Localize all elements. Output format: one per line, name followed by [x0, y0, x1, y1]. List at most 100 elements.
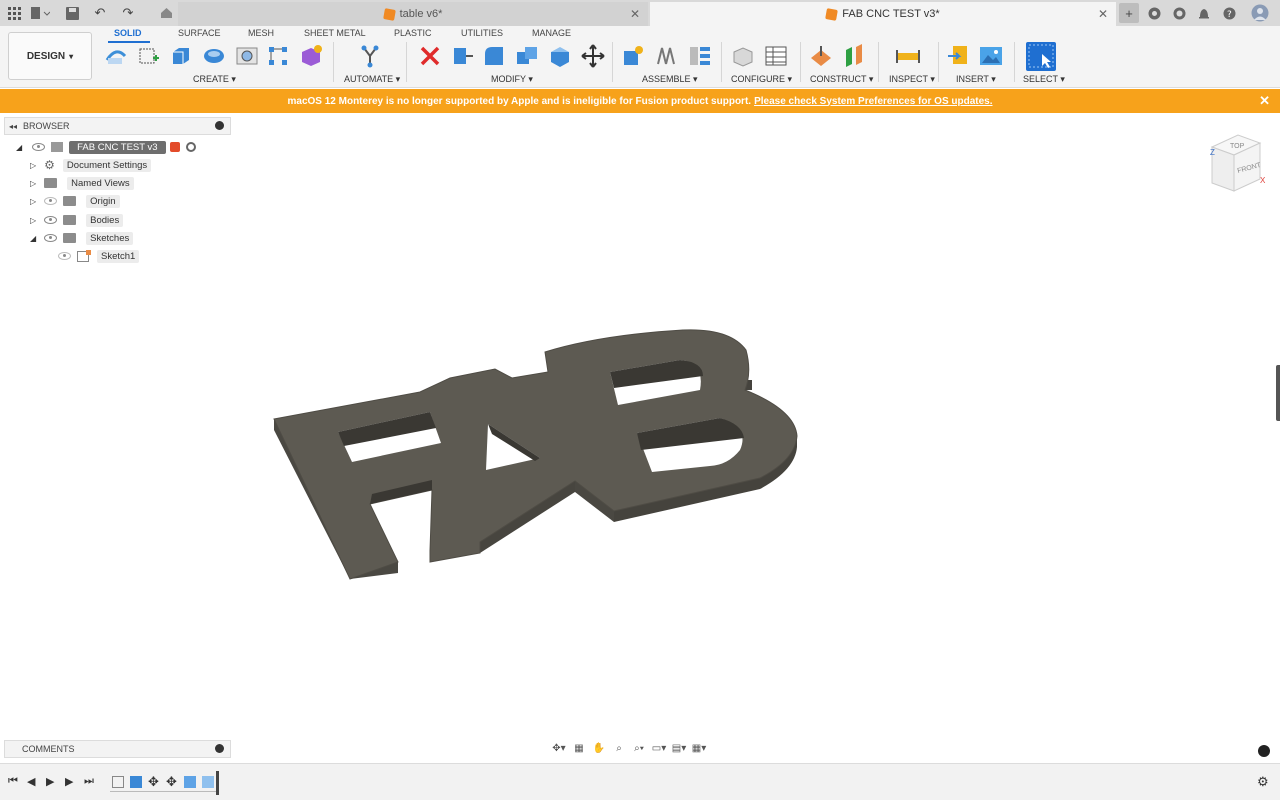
midplane-icon[interactable] — [842, 44, 866, 68]
design-cube-icon — [382, 7, 396, 21]
step-back-icon[interactable]: ◀ — [27, 775, 35, 788]
automate-icon[interactable] — [358, 44, 382, 68]
offset-plane-icon[interactable] — [809, 44, 833, 68]
axis-z-label: Z — [1210, 148, 1215, 157]
close-icon[interactable]: ✕ — [630, 7, 640, 21]
separator — [721, 42, 722, 82]
hole-icon[interactable] — [235, 44, 259, 68]
fit-zoom-icon[interactable]: ⌕▾ — [630, 741, 648, 755]
measure-icon[interactable] — [896, 44, 920, 68]
tab-plastic[interactable]: PLASTIC — [394, 28, 432, 38]
tab-surface[interactable]: SURFACE — [178, 28, 221, 38]
job-status-icon[interactable] — [1169, 3, 1189, 23]
fab-cnc-model[interactable] — [273, 329, 798, 580]
workspace-label: DESIGN — [26, 50, 66, 62]
select-menu[interactable]: SELECT ▾ — [1023, 74, 1065, 85]
shell-icon[interactable] — [548, 44, 572, 68]
file-menu-icon[interactable] — [30, 3, 50, 23]
save-icon[interactable] — [62, 3, 82, 23]
move-copy-icon[interactable] — [581, 44, 605, 68]
user-avatar[interactable] — [1250, 3, 1270, 23]
tab-fab-cnc-test[interactable]: FAB CNC TEST v3* ✕ — [650, 2, 1116, 26]
help-icon[interactable]: ? — [1219, 3, 1239, 23]
toolbar-ribbon: DESIGN ▾ SOLID SURFACE MESH SHEET METAL … — [0, 26, 1280, 88]
create-menu[interactable]: CREATE ▾ — [193, 74, 236, 85]
close-icon[interactable]: ✕ — [1259, 93, 1270, 109]
delete-icon[interactable] — [418, 44, 442, 68]
insert-image-icon[interactable] — [979, 44, 1003, 68]
rectangular-pattern-icon[interactable] — [266, 44, 290, 68]
viewcube-top-label[interactable]: TOP — [1230, 143, 1245, 150]
tab-table-v6[interactable]: table v6* ✕ — [178, 2, 648, 26]
viewcube[interactable]: TOP FRONT Z X — [1204, 133, 1266, 195]
app-grid-icon[interactable] — [4, 3, 24, 23]
combine-icon[interactable] — [515, 44, 539, 68]
tab-sheet-metal[interactable]: SHEET METAL — [304, 28, 366, 38]
automate-menu[interactable]: AUTOMATE ▾ — [344, 74, 400, 85]
new-component-icon[interactable] — [621, 44, 645, 68]
tab-mesh[interactable]: MESH — [248, 28, 274, 38]
look-at-icon[interactable]: ▦ — [570, 741, 588, 755]
separator — [800, 42, 801, 82]
tab-utilities[interactable]: UTILITIES — [461, 28, 503, 38]
close-icon[interactable]: ✕ — [1098, 7, 1108, 21]
configure-menu[interactable]: CONFIGURE ▾ — [731, 74, 792, 85]
new-tab-plus-icon[interactable]: + — [1119, 3, 1139, 23]
zoom-icon[interactable]: ⌕ — [610, 741, 628, 755]
redo-icon[interactable]: ↷ — [118, 3, 138, 23]
display-settings-icon[interactable]: ▭▾ — [650, 741, 668, 755]
comments-panel-header[interactable]: COMMENTS — [4, 740, 231, 758]
tab-bar: ↶ ↷ table v6* ✕ FAB CNC TEST v3* ✕ + ? — [0, 0, 1280, 26]
insert-derive-icon[interactable] — [947, 44, 971, 68]
add-comment-icon[interactable] — [215, 744, 224, 753]
home-icon[interactable] — [156, 3, 176, 23]
modify-menu[interactable]: MODIFY ▾ — [491, 74, 533, 85]
insert-menu[interactable]: INSERT ▾ — [956, 74, 996, 85]
side-panel-handle[interactable] — [1276, 365, 1280, 421]
svg-text:?: ? — [1227, 10, 1232, 20]
timeline: ⏮ ◀ ▶ ▶ ⏭ ✥ ✥ ⚙ — [0, 763, 1280, 800]
orbit-icon[interactable]: ✥▾ — [550, 741, 568, 755]
configure-icon[interactable] — [731, 44, 755, 68]
timeline-extrude-feature-icon[interactable] — [130, 776, 142, 788]
select-icon[interactable] — [1026, 42, 1056, 71]
create-form-icon[interactable] — [104, 44, 128, 68]
create-component-icon[interactable] — [299, 44, 323, 68]
revolve-icon[interactable] — [202, 44, 226, 68]
timeline-move-feature-icon[interactable]: ✥ — [148, 774, 159, 790]
inspect-menu[interactable]: INSPECT ▾ — [889, 74, 935, 85]
undo-icon[interactable]: ↶ — [90, 3, 110, 23]
go-to-start-icon[interactable]: ⏮ — [8, 775, 18, 788]
timeline-sketch-feature-icon[interactable] — [112, 776, 124, 788]
timeline-marker[interactable] — [216, 771, 219, 795]
notifications-bell-icon[interactable] — [1194, 3, 1214, 23]
pan-hand-icon[interactable]: ✋ — [590, 741, 608, 755]
configuration-table-icon[interactable] — [764, 44, 788, 68]
step-forward-icon[interactable]: ▶ — [65, 775, 73, 788]
press-pull-icon[interactable] — [450, 44, 474, 68]
create-sketch-icon[interactable] — [137, 44, 161, 68]
os-updates-link[interactable]: Please check System Preferences for OS u… — [754, 96, 992, 107]
grid-settings-icon[interactable]: ▤▾ — [670, 741, 688, 755]
separator — [938, 42, 939, 82]
construct-menu[interactable]: CONSTRUCT ▾ — [810, 74, 873, 85]
timeline-settings-gear-icon[interactable]: ⚙ — [1257, 774, 1269, 790]
joint-icon[interactable] — [654, 44, 678, 68]
as-built-joint-icon[interactable] — [688, 44, 712, 68]
tab-solid[interactable]: SOLID — [114, 28, 142, 38]
go-to-end-icon[interactable]: ⏭ — [84, 775, 94, 788]
extrude-icon[interactable] — [169, 44, 193, 68]
play-icon[interactable]: ▶ — [46, 775, 54, 788]
timeline-move-feature-icon[interactable]: ✥ — [166, 774, 177, 790]
viewports-icon[interactable]: ▦▾ — [690, 741, 708, 755]
assemble-menu[interactable]: ASSEMBLE ▾ — [642, 74, 698, 85]
tab-manage[interactable]: MANAGE — [532, 28, 571, 38]
extensions-icon[interactable] — [1144, 3, 1164, 23]
workspace-switcher[interactable]: DESIGN ▾ — [8, 32, 92, 80]
fillet-icon[interactable] — [482, 44, 506, 68]
viewport-canvas[interactable] — [0, 113, 1280, 738]
chat-bubble-icon[interactable] — [1258, 745, 1270, 757]
timeline-shell-feature-icon[interactable] — [202, 776, 214, 788]
timeline-combine-feature-icon[interactable] — [184, 776, 196, 788]
os-warning-banner: macOS 12 Monterey is no longer supported… — [0, 89, 1280, 113]
